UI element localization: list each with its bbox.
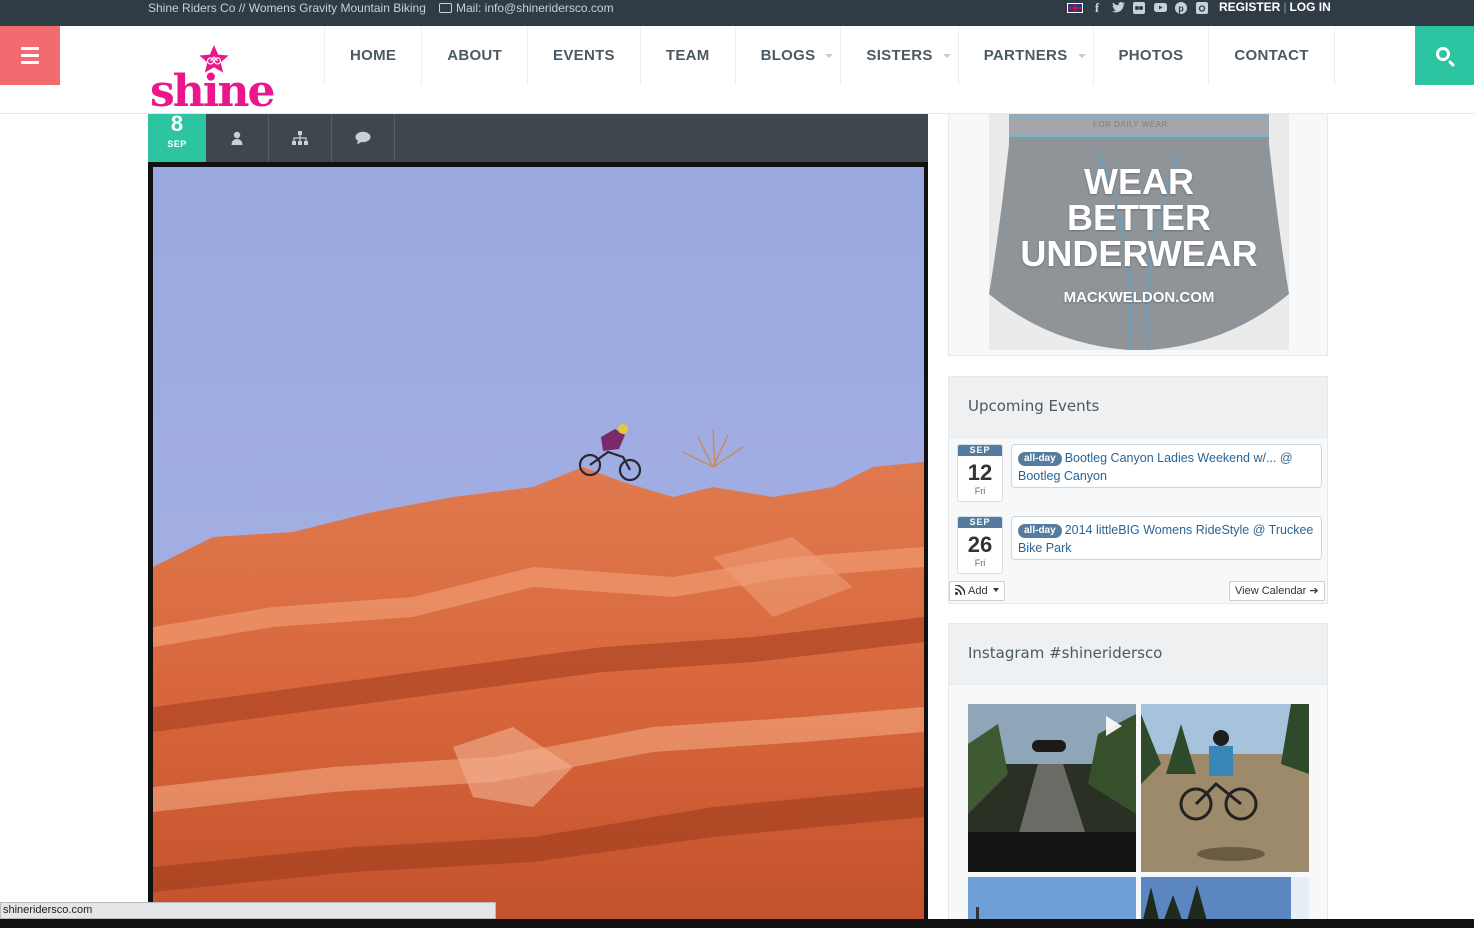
post-category-button[interactable] — [269, 114, 332, 162]
youtube-icon[interactable] — [1153, 2, 1167, 14]
register-link[interactable]: REGISTER — [1219, 0, 1280, 14]
chevron-down-icon — [942, 54, 951, 58]
caret-down-icon — [992, 588, 999, 592]
add-calendar-button[interactable]: Add — [949, 581, 1005, 601]
chevron-down-icon — [825, 54, 834, 58]
all-day-badge: all-day — [1018, 524, 1062, 538]
red-rock-mountain-bike-photo — [153, 167, 924, 928]
events-widget-title: Upcoming Events — [968, 397, 1100, 415]
nav-events[interactable]: EVENTS — [527, 26, 640, 85]
event-calendar-badge: SEP 12 Fri — [957, 444, 1003, 502]
post-author-button[interactable] — [206, 114, 269, 162]
top-bar: Shine Riders Co // Womens Gravity Mounta… — [0, 0, 1474, 26]
event-day: 12 — [967, 460, 993, 485]
auth-separator: | — [1283, 0, 1287, 14]
events-widget-body: SEP 12 Fri all-day Bootleg Canyon Ladies … — [948, 438, 1328, 604]
nav-sisters[interactable]: SISTERS — [840, 26, 957, 85]
instagram-widget-title: Instagram #shineridersco — [968, 644, 1163, 662]
arrow-right-icon: ➔ — [1309, 585, 1319, 597]
instagram-widget-header: Instagram #shineridersco — [948, 623, 1328, 685]
event-link[interactable]: all-day 2014 littleBIG Womens RideStyle @… — [1011, 516, 1322, 560]
main-nav: HOME ABOUT EVENTS TEAM BLOGS SISTERS PAR… — [324, 26, 1335, 85]
nav-team[interactable]: TEAM — [639, 26, 735, 85]
event-link[interactable]: all-day Bootleg Canyon Ladies Weekend w/.… — [1011, 444, 1322, 488]
nav-home[interactable]: HOME — [324, 26, 421, 85]
rss-icon — [954, 584, 966, 596]
ad-line-2: BETTER — [1067, 197, 1211, 238]
pinterest-icon[interactable]: p — [1174, 2, 1188, 14]
nav-contact[interactable]: CONTACT — [1208, 26, 1335, 85]
login-link[interactable]: LOG IN — [1289, 0, 1330, 14]
event-item[interactable]: SEP 12 Fri all-day Bootleg Canyon Ladies … — [957, 444, 1322, 504]
mail-link[interactable]: Mail: info@shineridersco.com — [439, 0, 614, 17]
nav-partners[interactable]: PARTNERS — [957, 26, 1093, 85]
event-title: 2014 littleBIG Womens RideStyle @ Trucke… — [1018, 523, 1314, 555]
events-widget-header: Upcoming Events — [948, 376, 1328, 438]
site-tagline: Shine Riders Co // Womens Gravity Mounta… — [148, 1, 426, 15]
ad-url: MACKWELDON.COM — [1063, 289, 1215, 306]
event-month: SEP — [958, 517, 1002, 528]
rider-jump-thumbnail — [1141, 704, 1309, 872]
status-url: shineridersco.com — [3, 904, 93, 916]
view-calendar-label: View Calendar — [1235, 585, 1307, 597]
event-item[interactable]: SEP 26 Fri all-day 2014 littleBIG Womens … — [957, 516, 1322, 576]
post-date: 8 SEP — [148, 111, 206, 162]
browser-status-bar: shineridersco.com — [0, 902, 496, 919]
event-weekday: Fri — [974, 558, 986, 568]
svg-text:p: p — [1178, 4, 1184, 14]
post-month: SEP — [167, 139, 187, 149]
search-icon — [1435, 46, 1450, 61]
instagram-icon[interactable] — [1195, 2, 1209, 14]
envelope-icon — [439, 3, 452, 13]
event-weekday: Fri — [974, 486, 986, 496]
window-bottom-edge — [0, 919, 1474, 928]
twitter-icon[interactable] — [1111, 2, 1125, 14]
event-day: 26 — [967, 532, 993, 557]
auth-links: REGISTER | LOG IN — [1219, 0, 1331, 15]
logo-wordmark: shine — [150, 66, 275, 117]
facebook-icon[interactable]: f — [1090, 1, 1104, 14]
nav-about[interactable]: ABOUT — [421, 26, 527, 85]
ad-line-3: UNDERWEAR — [1020, 233, 1258, 274]
nav-blogs[interactable]: BLOGS — [734, 26, 841, 85]
mail-label: Mail: info@shineridersco.com — [456, 1, 614, 15]
instagram-photo[interactable] — [1141, 704, 1309, 872]
event-month: SEP — [958, 445, 1002, 456]
view-calendar-button[interactable]: View Calendar ➔ — [1229, 581, 1325, 601]
nav-photos[interactable]: PHOTOS — [1092, 26, 1209, 85]
road-drive-thumbnail — [968, 704, 1136, 872]
post-featured-image[interactable] — [148, 162, 928, 928]
menu-toggle-button[interactable] — [0, 26, 60, 85]
post-comments-button[interactable] — [332, 114, 395, 162]
ad-image: FOR DAILY WEAR WEAR BETTER UNDERWEAR MAC… — [989, 114, 1289, 350]
search-button[interactable] — [1415, 26, 1474, 85]
comment-icon — [355, 131, 371, 145]
user-icon — [231, 131, 243, 145]
hamburger-icon — [21, 47, 39, 50]
add-label: Add — [968, 585, 988, 597]
event-calendar-badge: SEP 26 Fri — [957, 516, 1003, 574]
all-day-badge: all-day — [1018, 452, 1062, 466]
uk-flag-icon[interactable] — [1067, 3, 1083, 13]
chevron-down-icon — [1077, 54, 1086, 58]
site-logo[interactable]: shine — [150, 44, 278, 114]
post-meta-bar: 8 SEP — [148, 111, 928, 162]
social-links: f p — [1067, 1, 1209, 15]
instagram-widget-body — [948, 685, 1328, 928]
flickr-icon[interactable] — [1132, 2, 1146, 14]
post-day: 8 — [170, 111, 184, 136]
instagram-photo[interactable] — [968, 704, 1136, 872]
ad-line-1: WEAR — [1084, 161, 1194, 202]
ad-tag: FOR DAILY WEAR — [1093, 120, 1168, 129]
sitemap-icon — [292, 131, 308, 145]
sidebar-ad[interactable]: FOR DAILY WEAR WEAR BETTER UNDERWEAR MAC… — [948, 114, 1328, 356]
